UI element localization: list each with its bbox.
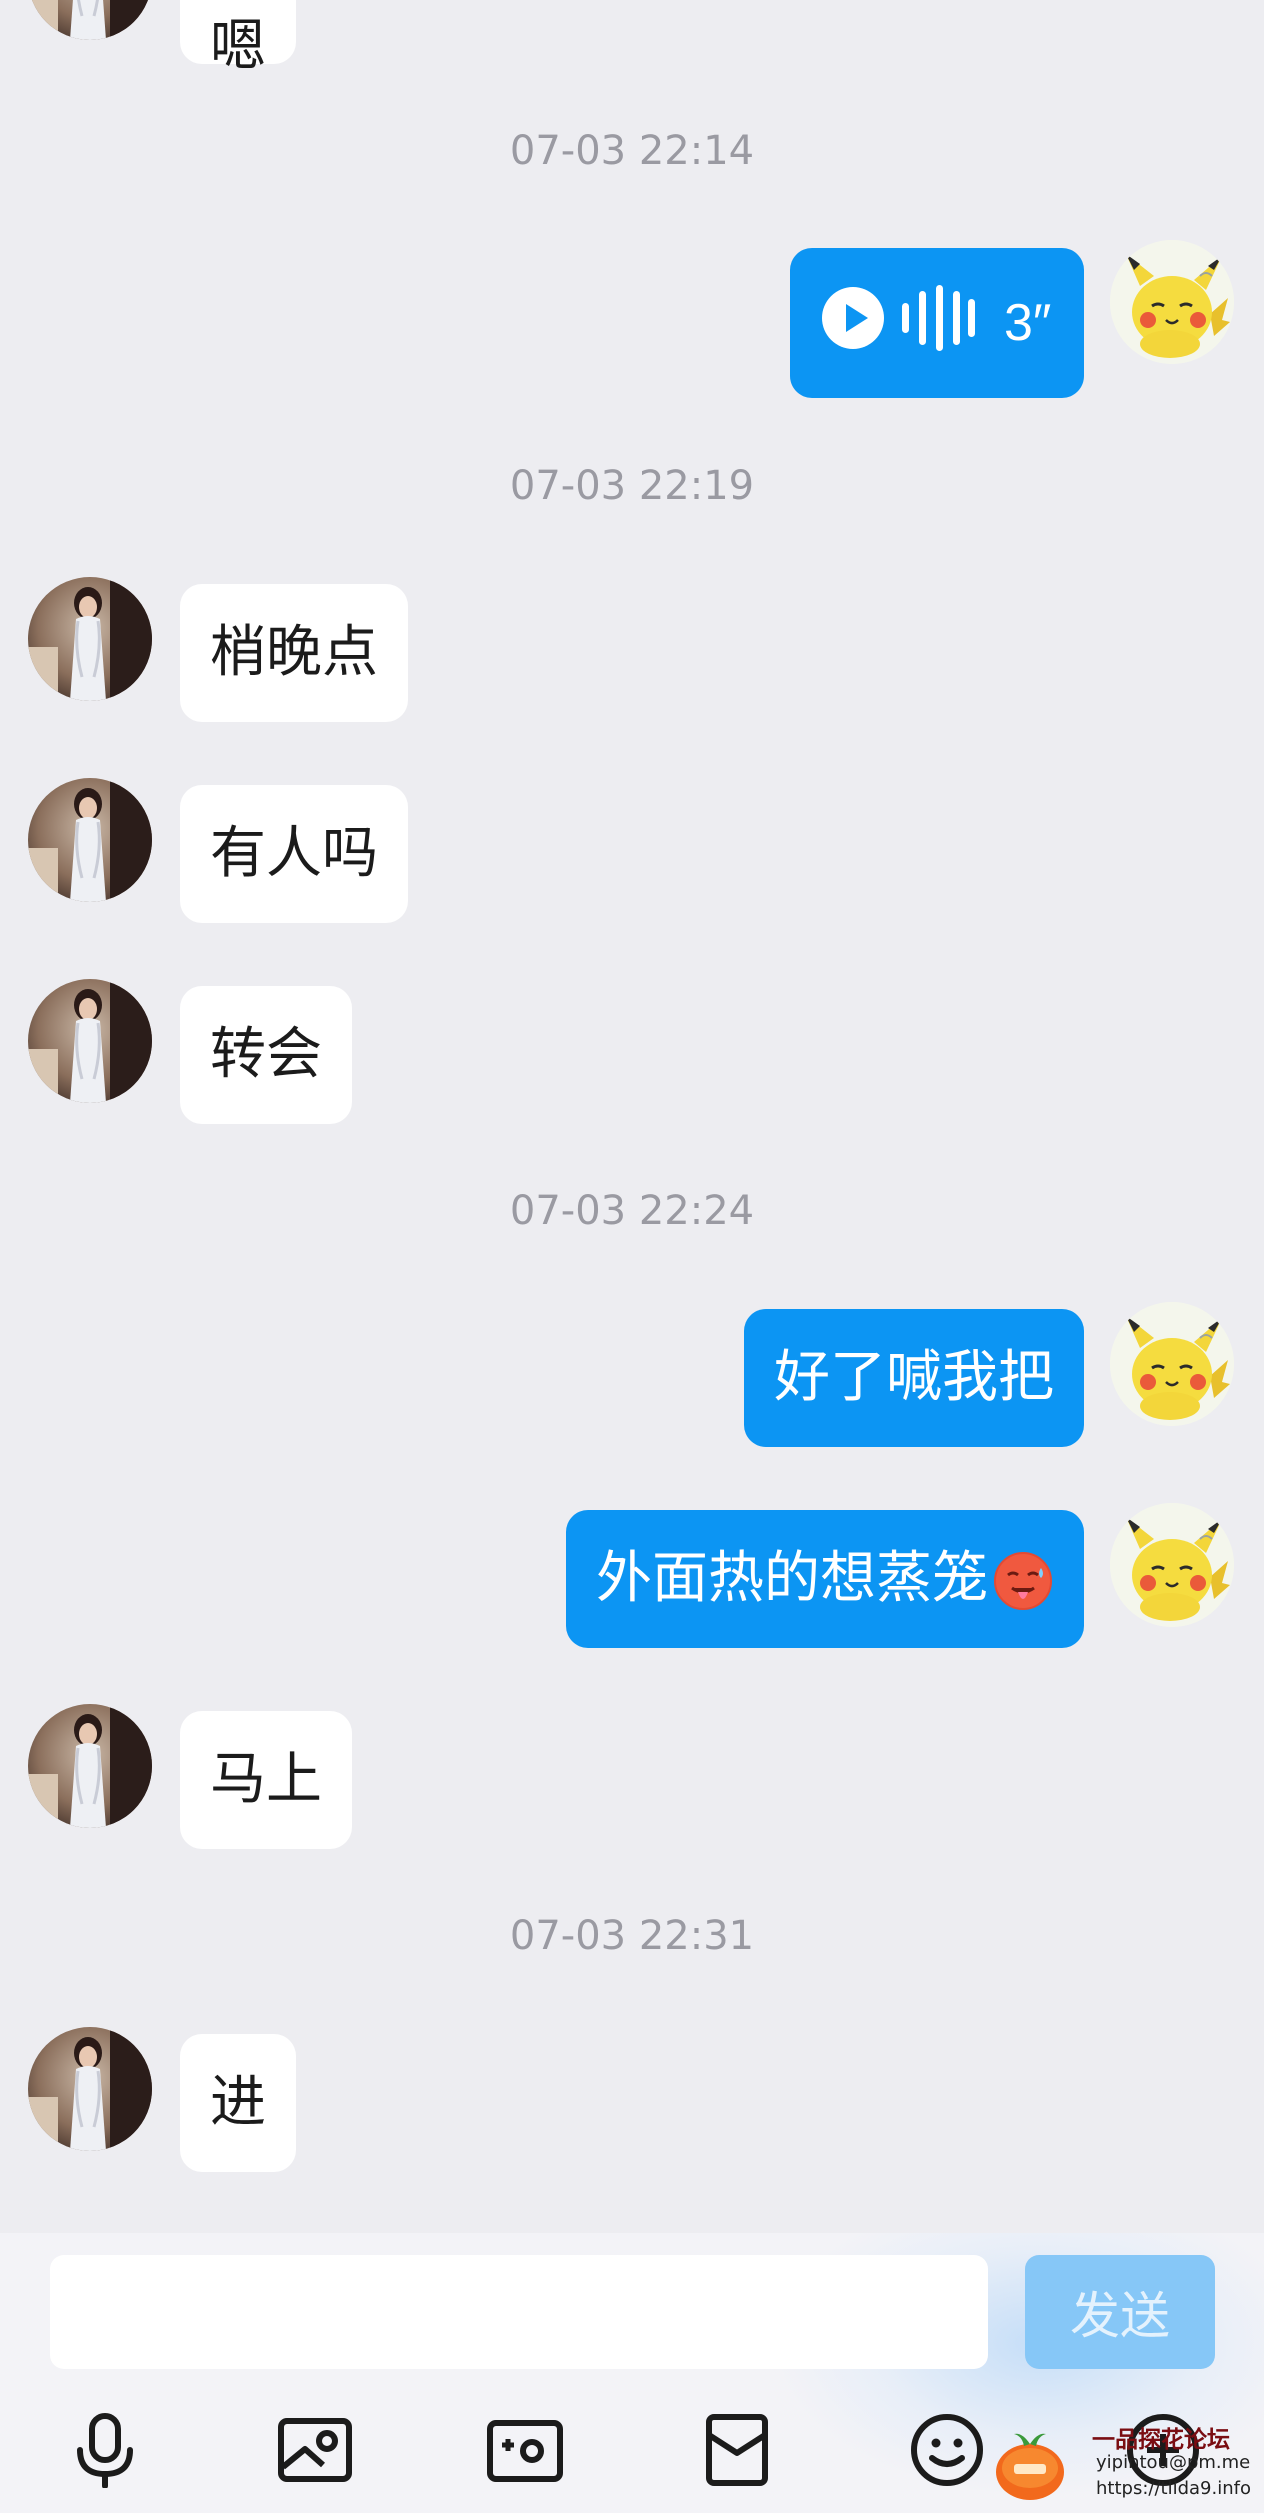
timestamp: 07-03 22:14 (509, 128, 755, 174)
message-text: 进 (210, 2070, 266, 2135)
my-avatar[interactable] (1110, 1503, 1234, 1627)
watermark-email: yipintou@pm.me (1096, 2452, 1251, 2473)
message-text: 有人吗 (210, 821, 378, 886)
message-text: 转会 (210, 1022, 322, 1087)
voice-duration: 3″ (1004, 294, 1052, 352)
waveform-icon (900, 283, 976, 363)
message-bubble-outgoing[interactable]: 外面热的想蒸笼 (566, 1510, 1084, 1648)
message-input[interactable] (50, 2255, 988, 2369)
chat-message-list[interactable]: 嗯 07-03 22:14 3″ 07-03 22:19 梢晚点 有人吗 转会 … (0, 0, 1264, 2233)
contact-avatar[interactable] (28, 2027, 152, 2151)
red-packet-icon[interactable] (692, 2405, 782, 2495)
watermark: 一品探花论坛 yipintou@pm.me https://tlida9.inf… (992, 2420, 1252, 2510)
message-bubble-incoming-partial[interactable]: 嗯 (180, 0, 296, 75)
hot-face-emoji (992, 1550, 1054, 1612)
message-bubble-incoming[interactable]: 进 (180, 2034, 296, 2172)
my-avatar[interactable] (1110, 1302, 1234, 1426)
image-icon[interactable] (270, 2405, 360, 2495)
message-bubble-outgoing[interactable]: 好了喊我把 (744, 1309, 1084, 1447)
microphone-icon[interactable] (60, 2405, 150, 2495)
message-text: 梢晚点 (210, 620, 378, 685)
voice-message-bubble[interactable]: 3″ (790, 248, 1084, 398)
contact-avatar[interactable] (28, 778, 152, 902)
timestamp: 07-03 22:19 (509, 463, 755, 509)
watermark-logo (996, 2433, 1064, 2500)
partial-text: 嗯 (210, 14, 266, 79)
message-text: 好了喊我把 (774, 1345, 1054, 1410)
contact-avatar[interactable] (28, 577, 152, 701)
contact-avatar[interactable] (28, 1704, 152, 1828)
message-bubble-incoming[interactable]: 有人吗 (180, 785, 408, 923)
message-bubble-incoming[interactable]: 梢晚点 (180, 584, 408, 722)
message-bubble-incoming[interactable]: 马上 (180, 1711, 352, 1849)
contact-avatar[interactable] (28, 979, 152, 1103)
message-text: 外面热的想蒸笼 (596, 1546, 988, 1611)
watermark-url: https://tlida9.info (1096, 2478, 1251, 2499)
timestamp: 07-03 22:31 (509, 1913, 755, 1959)
message-bubble-incoming[interactable]: 转会 (180, 986, 352, 1124)
watermark-title: 一品探花论坛 (1092, 2427, 1230, 2453)
timestamp: 07-03 22:24 (509, 1188, 755, 1234)
emoji-icon[interactable] (902, 2405, 992, 2495)
play-icon (820, 285, 886, 361)
send-button[interactable]: 发送 (1025, 2255, 1215, 2369)
my-avatar[interactable] (1110, 240, 1234, 364)
contact-avatar[interactable] (28, 0, 152, 40)
camera-icon[interactable] (480, 2405, 570, 2495)
message-text: 马上 (210, 1747, 322, 1812)
